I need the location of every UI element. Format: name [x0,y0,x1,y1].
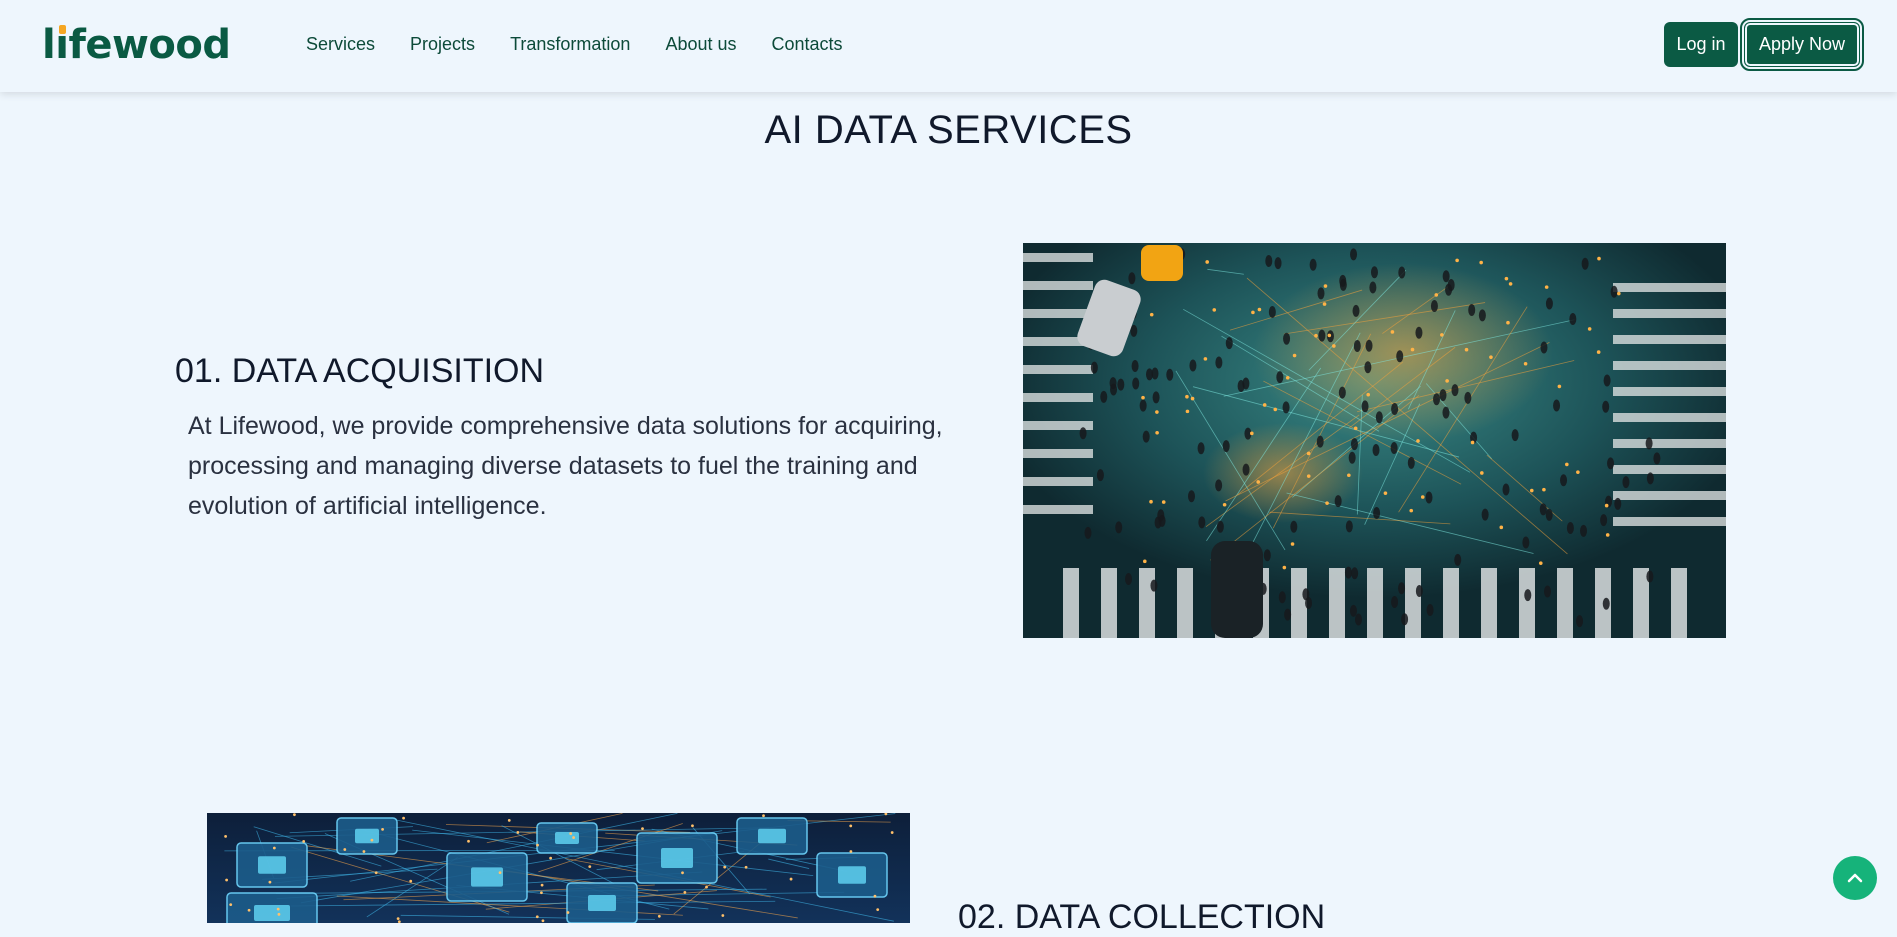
chevron-up-icon [1845,868,1865,888]
section-heading-data-acquisition: 01. DATA ACQUISITION [175,352,544,391]
circuit-board-image [207,813,910,923]
nav-transformation[interactable]: Transformation [510,31,630,57]
crowd-crossing-image [1023,243,1726,638]
nav-projects[interactable]: Projects [410,31,475,57]
logo-letter-i: ı [55,18,68,72]
crowd-crossing-graphic [1023,243,1726,638]
nav-contacts[interactable]: Contacts [772,31,843,57]
logo-text-rest: fewood [68,22,230,68]
apply-now-button[interactable]: Apply Now [1744,22,1860,67]
login-button[interactable]: Log in [1664,22,1738,67]
lifewood-logo[interactable]: lıfewood [42,18,231,72]
logo-dot-icon [59,25,66,34]
nav-about-us[interactable]: About us [665,31,736,57]
logo-text-l: l [42,22,55,68]
site-header: lıfewood Services Projects Transformatio… [0,0,1897,92]
section-heading-data-collection: 02. DATA COLLECTION [958,898,1325,937]
main-nav: Services Projects Transformation About u… [306,31,843,57]
nav-services[interactable]: Services [306,31,375,57]
scroll-to-top-button[interactable] [1833,856,1877,900]
circuit-board-graphic [207,813,910,923]
section-text-data-acquisition: At Lifewood, we provide comprehensive da… [188,406,948,526]
page-title: AI DATA SERVICES [0,108,1897,153]
